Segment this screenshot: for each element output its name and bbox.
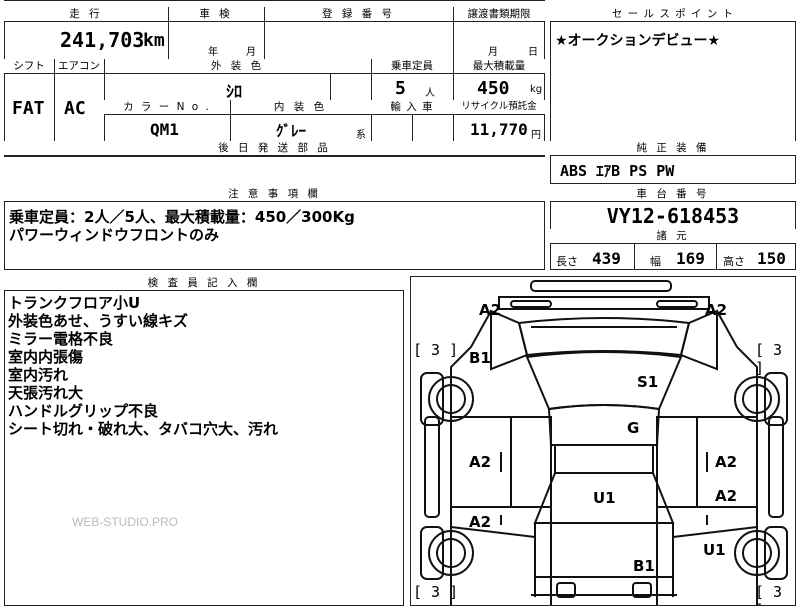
- transfer-day: 日: [528, 47, 538, 58]
- damage-mark: A2: [469, 453, 492, 471]
- inspection-month: 月: [246, 47, 256, 58]
- damage-mark: A2: [469, 513, 492, 531]
- car-outline: [420, 280, 788, 605]
- inspector-line: ミラー電格不良: [8, 330, 114, 348]
- damage-diagram: A2 A2 B1 S1 G A2 A2 A2 U1 A2 U1 B1 [ 3 ]…: [410, 276, 796, 606]
- shift-label: シフト: [4, 59, 54, 74]
- recycle-unit: 円: [531, 130, 541, 141]
- interior-label: 内 装 色: [230, 100, 371, 115]
- inspector-line: 天張汚れ大: [8, 384, 84, 402]
- width-label: 幅: [650, 255, 661, 268]
- damage-mark: A2: [715, 487, 738, 505]
- transfer-month: 月: [488, 47, 498, 58]
- interior-value: ｸﾞﾚｰ: [276, 122, 307, 140]
- inspector-line: トランクフロア小U: [8, 294, 141, 312]
- inspection-label: 車 検: [168, 7, 264, 22]
- chassis-label: 車 台 番 号: [550, 187, 796, 202]
- length-label: 長さ: [556, 255, 578, 268]
- aircon-value: AC: [64, 98, 86, 119]
- damage-mark: G: [627, 419, 640, 437]
- inspector-line: 室内内張傷: [8, 348, 84, 366]
- registration-label: 登 録 番 号: [264, 7, 453, 22]
- inspector-lines: トランクフロア小U 外装色あせ、うすい線キズ ミラー電格不良 室内内張傷 室内汚…: [8, 294, 278, 438]
- inspector-line: シート切れ・破れ大、タバコ穴大、汚れ: [8, 420, 279, 438]
- sales-point-text: ★オークションデビュー★: [555, 33, 721, 49]
- capacity-label: 乗車定員: [371, 59, 453, 74]
- color-no-label: カ ラ ー N o .: [104, 100, 230, 115]
- notes-lines: 乗車定員：2人／5人、最大積載量：450／300Kg パワーウィンドウフロントの…: [9, 208, 355, 244]
- aircon-label: エアコン: [54, 59, 104, 74]
- mileage-value: 241,703: [60, 28, 145, 52]
- damage-mark: A2: [479, 301, 502, 319]
- dims-label: 諸 元: [550, 229, 796, 244]
- later-parts-label: 後 日 発 送 部 品: [4, 141, 545, 156]
- damage-mark: A2: [705, 301, 728, 319]
- exterior-label: 外 装 色: [104, 59, 371, 74]
- inspector-line: 外装色あせ、うすい線キズ: [8, 312, 189, 330]
- inspector-line: 室内汚れ: [8, 366, 69, 384]
- tire-mark: [ 3 ]: [413, 341, 459, 359]
- damage-mark: B1: [633, 557, 655, 575]
- recycle-label: リサイクル預託金: [453, 100, 545, 115]
- transfer-label: 譲渡書類期限: [453, 7, 545, 22]
- length-value: 439: [592, 249, 621, 268]
- damage-mark: B1: [469, 349, 491, 367]
- notes-line: 乗車定員：2人／5人、最大積載量：450／300Kg: [9, 208, 355, 226]
- interior-suffix: 系: [356, 130, 366, 141]
- capacity-value: 5: [395, 78, 406, 99]
- height-value: 150: [757, 249, 786, 268]
- inspection-year: 年: [208, 47, 218, 58]
- max-load-label: 最大積載量: [453, 59, 545, 74]
- equipment-label: 純 正 装 備: [550, 141, 796, 156]
- max-load-unit: kg: [530, 84, 543, 95]
- equipment-text: ABS ｴｱB PS PW: [560, 162, 675, 180]
- damage-mark: A2: [715, 453, 738, 471]
- height-label: 高さ: [723, 255, 745, 268]
- exterior-value: ｼﾛ: [226, 82, 243, 101]
- tire-mark: [ 3 ]: [755, 341, 783, 377]
- recycle-value: 11,770: [470, 120, 528, 139]
- capacity-unit: 人: [425, 88, 435, 99]
- tire-mark: [ 3 ]: [413, 583, 459, 601]
- watermark: WEB-STUDIO.PRO: [72, 515, 179, 529]
- notes-label: 注 意 事 項 欄: [4, 187, 545, 202]
- mileage-unit: km: [143, 30, 165, 51]
- sales-point-label: セ ー ル ス ポ イ ン ト: [550, 7, 796, 22]
- inspector-label: 検 査 員 記 入 欄: [4, 276, 404, 291]
- inspector-line: ハンドルグリップ不良: [8, 402, 159, 420]
- tire-mark: [ 3 ]: [755, 583, 783, 605]
- notes-line: パワーウィンドウフロントのみ: [9, 226, 220, 244]
- chassis-value: VY12-618453: [606, 204, 740, 228]
- color-no-value: QM1: [150, 120, 179, 139]
- damage-mark: U1: [703, 541, 726, 559]
- damage-mark: S1: [637, 373, 659, 391]
- damage-mark: U1: [593, 489, 616, 507]
- shift-value: FAT: [12, 98, 45, 119]
- width-value: 169: [676, 249, 705, 268]
- max-load-value: 450: [477, 78, 510, 99]
- import-label: 輸 入 車: [371, 100, 453, 115]
- mileage-label: 走 行: [4, 7, 168, 22]
